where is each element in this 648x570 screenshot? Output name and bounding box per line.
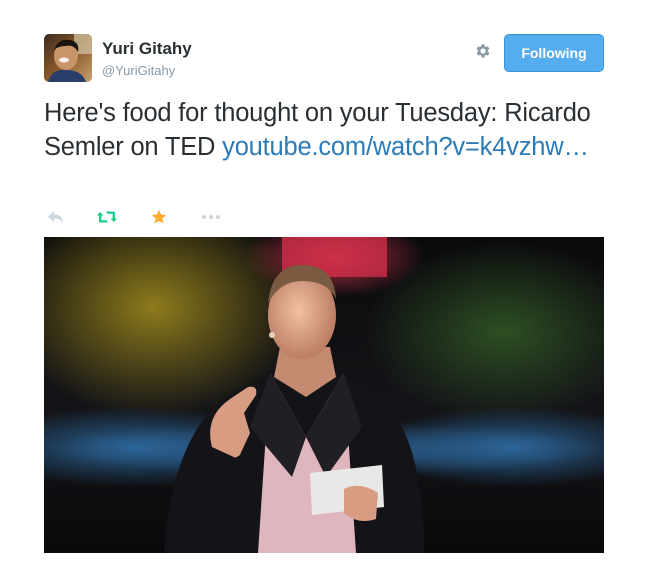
author-handle[interactable]: @YuriGitahy <box>102 63 175 78</box>
tweet-link[interactable]: youtube.com/watch?v=k4vzhw… <box>222 133 589 161</box>
reply-icon[interactable] <box>46 208 66 226</box>
tweet-header: Yuri Gitahy @YuriGitahy Following <box>44 34 604 84</box>
retweet-icon[interactable] <box>96 208 117 226</box>
more-icon[interactable] <box>200 208 220 226</box>
star-icon[interactable] <box>150 208 170 226</box>
tweet-media-photo[interactable] <box>44 237 604 553</box>
following-button[interactable]: Following <box>504 34 604 72</box>
author-name[interactable]: Yuri Gitahy <box>102 39 192 59</box>
gear-icon[interactable] <box>474 42 492 60</box>
tweet-card: Yuri Gitahy @YuriGitahy Following Here's… <box>0 0 648 570</box>
avatar[interactable] <box>44 34 92 82</box>
tweet-actions <box>46 208 246 228</box>
tweet-text: Here's food for thought on your Tuesday:… <box>44 96 614 164</box>
